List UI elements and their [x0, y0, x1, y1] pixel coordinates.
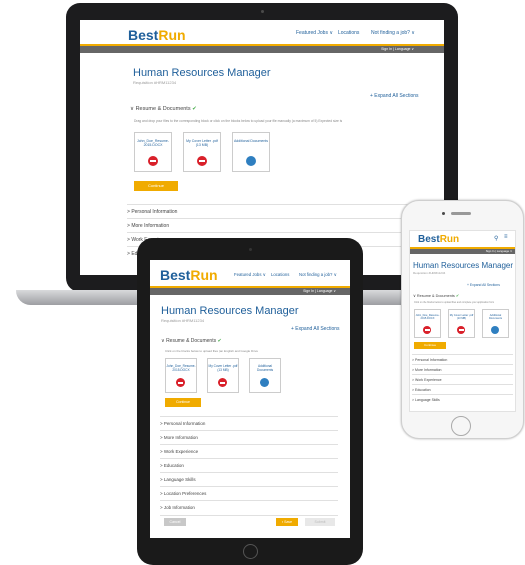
remove-icon[interactable] — [457, 326, 465, 334]
additional-docs-label: Additional Documents — [488, 314, 503, 320]
section-row[interactable]: > Job Information — [160, 500, 338, 516]
section-row[interactable]: > Personal Information — [160, 416, 338, 431]
cover-file-name: My Cover Letter .pdf (13 MB) — [449, 314, 474, 320]
check-icon: ✔ — [217, 338, 222, 344]
resume-file-card[interactable]: John_Doe_Resume-2015.DOCX — [165, 358, 197, 393]
util-bar: Sign In | Language ∨ — [80, 46, 444, 53]
cover-letter-card[interactable]: My Cover Letter .pdf (13 MB) — [448, 309, 475, 338]
tablet-camera — [249, 248, 252, 251]
cancel-button[interactable]: Cancel — [164, 518, 186, 526]
section-row[interactable]: > Language Skills — [160, 472, 338, 487]
remove-icon[interactable] — [423, 326, 431, 334]
upload-help-text: Click on the blocks below to upload file… — [414, 301, 495, 304]
additional-docs-label: Additional Documents — [256, 364, 274, 372]
page-title: Human Resources Manager — [133, 67, 271, 79]
nav-not-finding[interactable]: Not finding a job? ∨ — [299, 272, 337, 278]
cover-letter-card[interactable]: My Cover Letter .pdf (13 MB) — [183, 132, 221, 172]
upload-cloud-icon[interactable] — [260, 378, 269, 387]
nav-locations[interactable]: Locations — [271, 272, 289, 277]
tablet-screen: BestRun Featured Jobs ∨ Locations Not fi… — [150, 260, 350, 538]
search-icon[interactable]: ⚲ — [494, 235, 498, 242]
continue-button[interactable]: Continue — [134, 181, 178, 191]
section-resume-header[interactable]: ∨ Resume & Documents ✔ — [413, 293, 459, 298]
expand-all-link[interactable]: + Expand All Sections — [291, 326, 340, 332]
header-bar: BestRun Featured Jobs ∨ Locations Not fi… — [150, 260, 350, 288]
upload-cloud-icon[interactable] — [491, 326, 499, 334]
signin-language-link[interactable]: Sign In | Language ∨ — [381, 47, 414, 51]
additional-docs-card[interactable]: Additional Documents — [232, 132, 270, 172]
remove-icon[interactable] — [148, 156, 158, 166]
phone-camera — [442, 212, 445, 215]
resume-file-card[interactable]: John_Doe_Resume-2015.DOCX — [134, 132, 172, 172]
tablet-home-button — [243, 544, 258, 559]
requisition-id: Requisition #HRM11234 — [413, 271, 446, 275]
menu-icon[interactable]: ≡ — [504, 234, 508, 240]
section-resume-header[interactable]: ∨ Resume & Documents ✔ — [161, 338, 222, 344]
nav-featured-jobs[interactable]: Featured Jobs ∨ — [234, 272, 266, 278]
phone-home-button — [451, 416, 471, 436]
brand-logo[interactable]: BestRun — [160, 267, 218, 283]
section-row[interactable]: > More Information — [160, 430, 338, 445]
additional-docs-card[interactable]: Additional Documents — [482, 309, 509, 338]
continue-button[interactable]: Continue — [165, 398, 201, 407]
upload-cloud-icon[interactable] — [246, 156, 256, 166]
brand-logo[interactable]: BestRun — [418, 234, 459, 245]
resume-file-name: John_Doe_Resume-2015.DOCX — [136, 139, 170, 147]
section-row[interactable]: > Personal Information — [127, 204, 419, 219]
remove-icon[interactable] — [218, 378, 227, 387]
util-bar: Sign In | Language ∨ — [150, 288, 350, 295]
util-bar: Sign In | Language ∨ — [410, 249, 515, 254]
signin-language-link[interactable]: Sign In | Language ∨ — [486, 249, 512, 253]
resume-file-card[interactable]: John_Doe_Resume-2015.DOCX — [414, 309, 441, 338]
upload-help-text: Click on the blocks below to upload file… — [165, 349, 259, 353]
section-resume-header[interactable]: ∨ Resume & Documents ✔ — [130, 106, 197, 112]
nav-locations[interactable]: Locations — [338, 30, 359, 36]
cover-file-name: My Cover Letter .pdf (13 MB) — [186, 139, 218, 147]
page-title: Human Resources Manager — [413, 261, 514, 270]
section-row[interactable]: > Work Experience — [160, 444, 338, 459]
upload-help-text: Drag and drop your files to the correspo… — [134, 119, 343, 123]
page-title: Human Resources Manager — [161, 305, 299, 317]
section-row[interactable]: > Education — [160, 458, 338, 473]
cover-letter-card[interactable]: My Cover Letter .pdf (13 MB) — [207, 358, 239, 393]
requisition-id: Requisition #HRM11234 — [161, 318, 205, 323]
additional-docs-card[interactable]: Additional Documents — [249, 358, 281, 393]
requisition-id: Requisition #HRM11234 — [133, 80, 177, 85]
submit-button[interactable]: Submit — [305, 518, 335, 526]
brand-logo[interactable]: BestRun — [128, 27, 186, 43]
remove-icon[interactable] — [197, 156, 207, 166]
phone-screen: BestRun ⚲ ≡ Sign In | Language ∨ Human R… — [409, 230, 516, 412]
header-bar: BestRun ⚲ ≡ — [410, 231, 515, 249]
continue-button[interactable]: Continue — [414, 342, 446, 349]
nav-not-finding[interactable]: Not finding a job? ∨ — [371, 30, 415, 36]
header-bar: BestRun Featured Jobs ∨ Locations Not fi… — [80, 20, 444, 46]
expand-all-link[interactable]: + Expand All Sections — [370, 93, 419, 99]
laptop-camera — [261, 10, 264, 13]
additional-docs-label: Additional Documents — [233, 139, 269, 143]
section-row[interactable]: > Language Skills — [412, 394, 513, 405]
save-button[interactable]: ▪ Save — [276, 518, 298, 526]
laptop-screen: BestRun Featured Jobs ∨ Locations Not fi… — [80, 20, 444, 275]
section-row[interactable]: > More Information — [127, 218, 419, 233]
section-row[interactable]: > Location Preferences — [160, 486, 338, 501]
resume-file-name: John_Doe_Resume-2015.DOCX — [166, 364, 196, 372]
check-icon: ✔ — [192, 106, 197, 112]
resume-file-name: John_Doe_Resume-2015.DOCX — [415, 314, 440, 320]
remove-icon[interactable] — [176, 378, 185, 387]
check-icon: ✔ — [455, 294, 460, 298]
phone-speaker — [451, 212, 471, 215]
expand-all-link[interactable]: + Expand All Sections — [467, 283, 500, 287]
nav-featured-jobs[interactable]: Featured Jobs ∨ — [296, 30, 333, 36]
cover-file-name: My Cover Letter .pdf (13 MB) — [208, 364, 238, 372]
signin-language-link[interactable]: Sign In | Language ∨ — [303, 289, 336, 293]
